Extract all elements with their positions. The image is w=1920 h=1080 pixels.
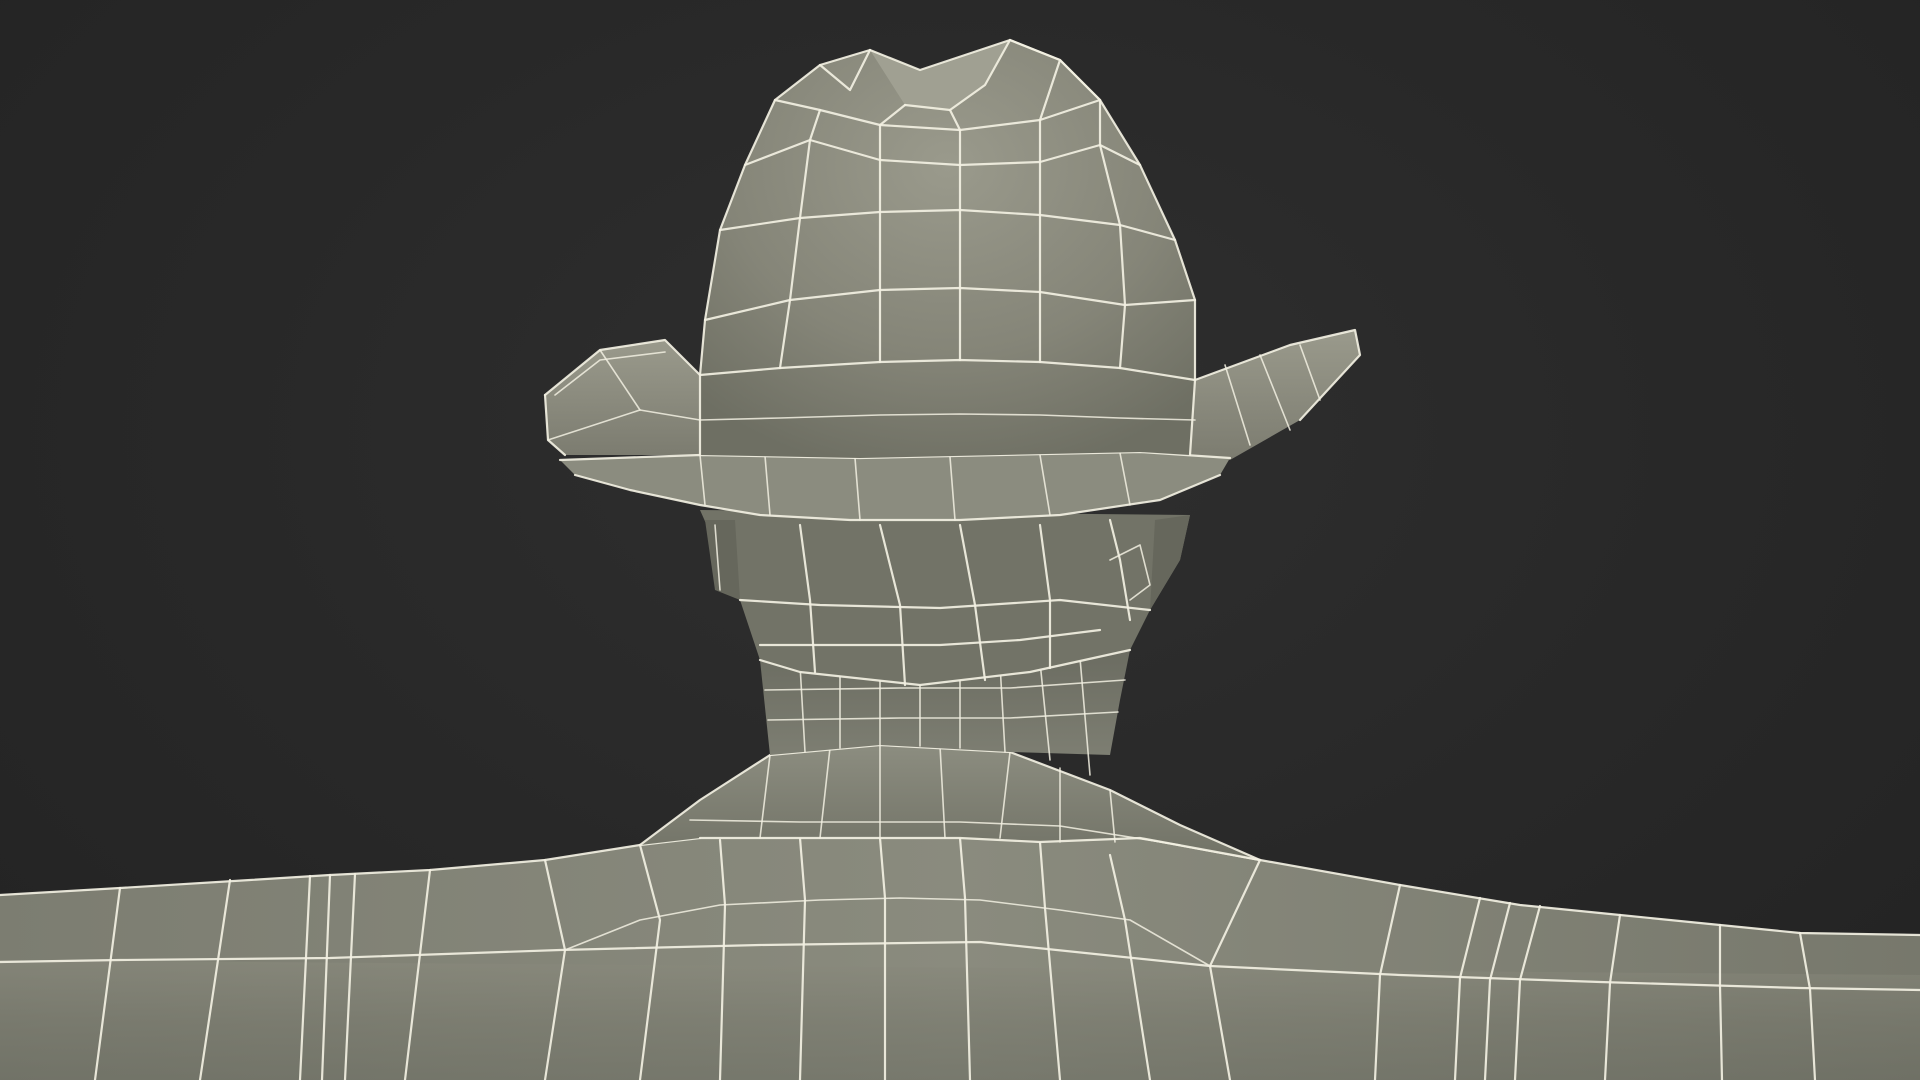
torso-mesh — [0, 836, 1920, 1080]
3d-viewport[interactable] — [0, 0, 1920, 1080]
hat-crown-mesh — [698, 38, 1197, 458]
wireframe-model — [0, 38, 1920, 1080]
